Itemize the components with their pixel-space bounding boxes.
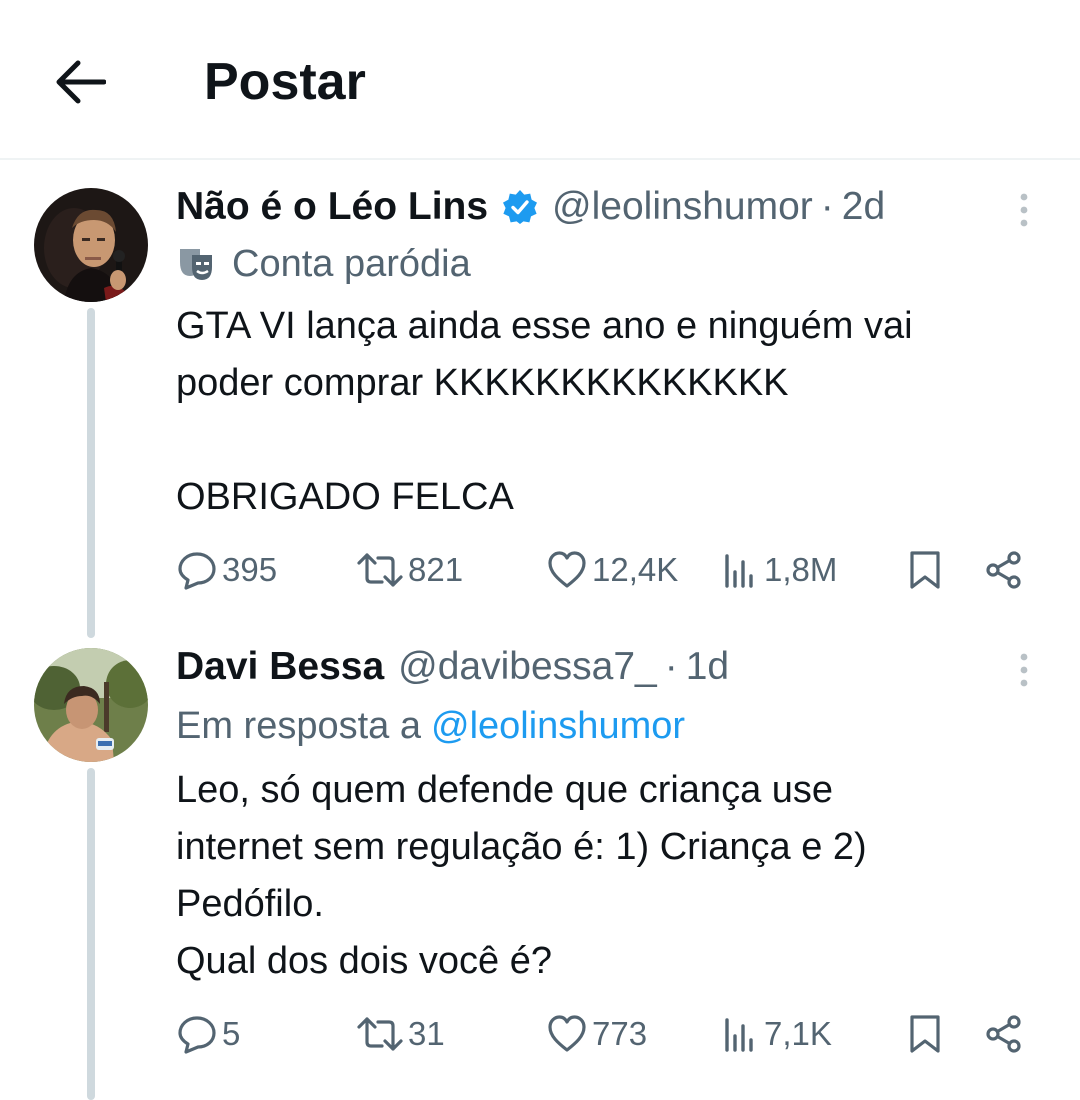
tweet-text: GTA VI lança ainda esse ano e ninguém va…: [176, 298, 1036, 526]
like-count: 12,4K: [592, 551, 679, 588]
bookmark-button[interactable]: [906, 1006, 944, 1062]
verified-badge-icon[interactable]: [502, 189, 538, 225]
views-button[interactable]: 1,8M: [722, 542, 837, 598]
reply-button[interactable]: 395: [176, 542, 277, 598]
views-count: 1,8M: [764, 551, 838, 588]
repost-button[interactable]: 821: [356, 542, 463, 598]
tweet-text-line: Leo, só quem defende que criança use: [176, 769, 834, 811]
tweet-text-line: poder comprar KKKKKKKKKKKKKK: [176, 362, 789, 404]
like-count: 773: [592, 1015, 648, 1052]
top-bar: Postar: [0, 0, 1080, 160]
display-name[interactable]: Não é o Léo Lins: [176, 185, 488, 229]
views-chart-icon: [725, 554, 753, 588]
reply-button[interactable]: 5: [176, 1006, 240, 1062]
theater-masks-icon: [180, 249, 212, 280]
back-arrow-icon: [56, 60, 106, 104]
bookmark-icon: [910, 1015, 940, 1053]
tweet-text-line: internet sem regulação é: 1) Criança e 2…: [176, 826, 867, 868]
tweet-text-line: Qual dos dois você é?: [176, 940, 553, 982]
more-vertical-icon: [1020, 653, 1028, 687]
reply-context: Em resposta a @leolinshumor: [176, 702, 685, 750]
share-button[interactable]: [984, 1006, 1024, 1062]
reply-prefix: Em resposta a: [176, 704, 421, 747]
handle[interactable]: @leolinshumor: [552, 185, 813, 229]
action-bar: 395 821 12,4K 1,8M: [0, 542, 1080, 598]
timestamp[interactable]: 1d: [686, 645, 729, 689]
timestamp[interactable]: 2d: [842, 185, 885, 229]
bookmark-icon: [910, 551, 940, 589]
tweet-header: Não é o Léo Lins @leolinshumor · 2d: [176, 182, 885, 232]
separator-dot: ·: [664, 645, 678, 688]
repost-button[interactable]: 31: [356, 1006, 445, 1062]
separator-dot: ·: [820, 185, 834, 228]
views-chart-icon: [725, 1018, 753, 1052]
repost-count: 821: [408, 551, 464, 588]
reply-icon: [178, 552, 216, 590]
tweet-text-line: Pedófilo.: [176, 883, 324, 925]
avatar[interactable]: [34, 188, 148, 302]
bookmark-button[interactable]: [906, 542, 944, 598]
reply-icon: [178, 1016, 216, 1054]
more-options-button[interactable]: [1000, 646, 1048, 694]
share-icon: [986, 551, 1021, 589]
more-vertical-icon: [1020, 193, 1028, 227]
like-button[interactable]: 773: [546, 1006, 647, 1062]
repost-count: 31: [408, 1015, 445, 1052]
parody-label-text: Conta paródia: [232, 242, 471, 285]
tweet-text: Leo, só quem defende que criança use int…: [176, 762, 1036, 990]
heart-icon: [548, 1015, 586, 1052]
share-icon: [986, 1015, 1021, 1053]
reply-to-mention[interactable]: @leolinshumor: [431, 705, 685, 748]
back-button[interactable]: [48, 52, 112, 112]
handle[interactable]: @davibessa7_: [398, 645, 657, 689]
repost-icon: [357, 1017, 403, 1051]
display-name[interactable]: Davi Bessa: [176, 645, 384, 689]
share-button[interactable]: [984, 542, 1024, 598]
tweet-text-line: OBRIGADO FELCA: [176, 476, 514, 518]
reply-count: 395: [222, 551, 278, 588]
like-button[interactable]: 12,4K: [546, 542, 678, 598]
avatar[interactable]: [34, 648, 148, 762]
more-options-button[interactable]: [1000, 186, 1048, 234]
heart-icon: [548, 551, 586, 588]
tweet-header: Davi Bessa @davibessa7_ · 1d: [176, 642, 729, 692]
tweet-text-line: [176, 412, 1036, 469]
parody-label: Conta paródia: [176, 240, 471, 288]
views-button[interactable]: 7,1K: [722, 1006, 832, 1062]
repost-icon: [357, 553, 403, 587]
page-title: Postar: [204, 53, 366, 111]
views-count: 7,1K: [764, 1015, 832, 1052]
action-bar: 5 31 773 7,1K: [0, 1006, 1080, 1062]
reply-count: 5: [222, 1015, 241, 1052]
tweet-text-line: GTA VI lança ainda esse ano e ninguém va…: [176, 305, 913, 347]
